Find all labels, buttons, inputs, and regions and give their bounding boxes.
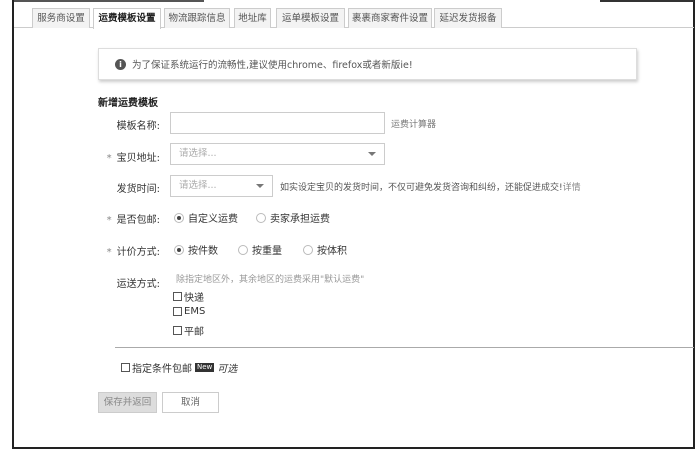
radio-unchecked-icon bbox=[238, 244, 248, 255]
label-text: 计价方式: bbox=[116, 247, 160, 258]
save-and-return-button[interactable]: 保存并返回 bbox=[98, 392, 157, 413]
info-icon: i bbox=[115, 58, 126, 70]
label-text: 是否包邮: bbox=[116, 215, 160, 226]
template-name-input[interactable] bbox=[170, 112, 385, 134]
radio-label: 按重量 bbox=[252, 246, 282, 257]
tab-delay-report[interactable]: 延迟发货报备 bbox=[434, 8, 502, 28]
chevron-down-icon bbox=[368, 152, 376, 156]
cancel-button[interactable]: 取消 bbox=[162, 392, 219, 413]
tab-address-book[interactable]: 地址库 bbox=[234, 8, 271, 28]
new-badge: New bbox=[195, 363, 215, 372]
chevron-down-icon bbox=[256, 184, 264, 188]
item-address-select[interactable]: 请选择... bbox=[170, 143, 385, 165]
checkbox-ems[interactable]: EMS bbox=[173, 306, 205, 317]
radio-seller-pays[interactable]: 卖家承担运费 bbox=[256, 210, 330, 225]
template-name-label: 模板名称: bbox=[116, 121, 160, 132]
checkbox-icon bbox=[173, 326, 182, 335]
tab-guoguo-shipping[interactable]: 裹裹商家寄件设置 bbox=[348, 8, 432, 28]
radio-unchecked-icon bbox=[256, 212, 266, 223]
detail-link[interactable]: 详情 bbox=[563, 183, 581, 193]
required-mark: * bbox=[106, 153, 112, 164]
placeholder: 请选择... bbox=[179, 180, 217, 191]
radio-by-volume[interactable]: 按体积 bbox=[303, 242, 347, 257]
tab-waybill-template[interactable]: 运单模板设置 bbox=[276, 8, 345, 28]
checkbox-label: 平邮 bbox=[184, 327, 204, 338]
tab-freight-template[interactable]: 运费模板设置 bbox=[93, 8, 161, 29]
ship-time-select[interactable]: 请选择... bbox=[170, 175, 273, 197]
checkbox-label: 指定条件包邮 bbox=[132, 364, 192, 375]
label-text: 宝贝地址: bbox=[116, 153, 160, 164]
tab-service-provider[interactable]: 服务商设置 bbox=[32, 8, 90, 28]
browser-notice: i 为了保证系统运行的流畅性,建议使用chrome、firefox或者新版ie! bbox=[98, 48, 637, 80]
divider bbox=[115, 347, 694, 348]
required-mark: * bbox=[106, 215, 112, 226]
item-address-label: * 宝贝地址: bbox=[90, 149, 160, 164]
radio-custom-freight[interactable]: 自定义运费 bbox=[174, 210, 238, 225]
radio-label: 自定义运费 bbox=[188, 214, 238, 225]
checkbox-express[interactable]: 快递 bbox=[173, 289, 204, 304]
pricing-label: * 计价方式: bbox=[90, 243, 160, 258]
required-mark: * bbox=[106, 247, 112, 258]
radio-unchecked-icon bbox=[303, 244, 313, 255]
hint-text: 如实设定宝贝的发货时间，不仅可避免发货咨询和纠纷，还能促进成交! bbox=[280, 183, 563, 193]
radio-label: 卖家承担运费 bbox=[270, 214, 330, 225]
shipping-method-hint: 除指定地区外，其余地区的运费采用"默认运费" bbox=[176, 275, 365, 285]
checkbox-label: 快递 bbox=[184, 293, 204, 304]
checkbox-icon bbox=[173, 292, 182, 301]
tab-logistics-tracking[interactable]: 物流跟踪信息 bbox=[164, 8, 230, 28]
checkbox-icon bbox=[173, 307, 182, 316]
ship-time-label: 发货时间: bbox=[116, 184, 160, 195]
notice-text: 为了保证系统运行的流畅性,建议使用chrome、firefox或者新版ie! bbox=[132, 60, 413, 71]
page-title: 新增运费模板 bbox=[98, 98, 158, 109]
placeholder: 请选择... bbox=[179, 148, 217, 159]
radio-checked-icon bbox=[174, 212, 184, 223]
freight-calculator-link[interactable]: 运费计算器 bbox=[391, 117, 436, 130]
shipping-method-label: 运送方式: bbox=[116, 279, 160, 290]
checkbox-conditional-free-shipping[interactable]: 指定条件包邮 New 可选 bbox=[121, 360, 237, 375]
top-border bbox=[14, 0, 204, 2]
radio-by-count[interactable]: 按件数 bbox=[174, 242, 218, 257]
optional-text: 可选 bbox=[217, 364, 238, 375]
checkbox-surface-mail[interactable]: 平邮 bbox=[173, 323, 204, 338]
checkbox-label: EMS bbox=[184, 306, 206, 317]
top-border bbox=[600, 0, 694, 2]
radio-label: 按体积 bbox=[317, 246, 347, 257]
tab-bar: 服务商设置 运费模板设置 物流跟踪信息 地址库 运单模板设置 裹裹商家寄件设置 … bbox=[14, 8, 694, 29]
free-shipping-label: * 是否包邮: bbox=[90, 211, 160, 226]
radio-checked-icon bbox=[174, 244, 184, 255]
radio-by-weight[interactable]: 按重量 bbox=[238, 242, 282, 257]
checkbox-icon bbox=[121, 363, 130, 372]
ship-time-hint: 如实设定宝贝的发货时间，不仅可避免发货咨询和纠纷，还能促进成交!详情 bbox=[280, 180, 581, 193]
radio-label: 按件数 bbox=[188, 246, 218, 257]
